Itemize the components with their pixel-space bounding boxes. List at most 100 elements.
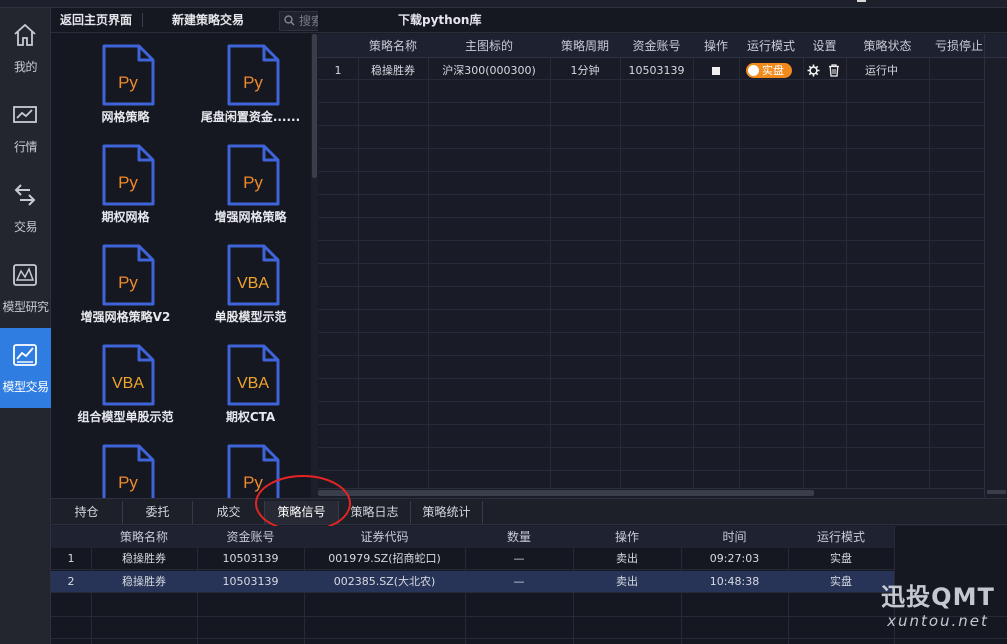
highlight-ring: [255, 475, 351, 532]
column-header[interactable]: 资金账号: [197, 526, 304, 548]
model-research-icon: [13, 264, 37, 286]
grid-line: [358, 34, 359, 488]
chart-icon: [13, 106, 37, 123]
download-python-button[interactable]: 下载python库: [398, 8, 481, 33]
table-hscrollbar[interactable]: [318, 488, 984, 497]
strategy-name: 增强网格策略V2: [80, 310, 171, 324]
column-header[interactable]: 数量: [465, 526, 573, 548]
strategy-item[interactable]: VBA 期权CTA: [188, 338, 313, 438]
nav-item-model-trade[interactable]: 模型交易: [0, 328, 51, 408]
strategy-name: 单股模型示范: [214, 310, 287, 324]
column-header[interactable]: 时间: [681, 526, 788, 548]
strategy-run-table: 策略名称 主图标的 策略周期 资金账号 操作 运行模式 设置 策略状态 亏损停止…: [318, 34, 984, 488]
table-vscrollbar[interactable]: [984, 34, 1007, 497]
trash-icon[interactable]: [828, 64, 840, 77]
switch-knob: [748, 65, 759, 76]
swap-icon: [14, 184, 36, 206]
scroll-thumb[interactable]: [318, 490, 814, 496]
minimize-icon[interactable]: [857, 0, 866, 2]
strategy-status: 运行中: [865, 64, 898, 77]
nav-item-label: 行情: [13, 140, 38, 154]
watermark-title: 迅投QMT: [881, 583, 995, 611]
scroll-thumb[interactable]: [987, 490, 1006, 494]
column-header[interactable]: 策略周期: [550, 34, 620, 58]
security-code: 002385.SZ(大北农): [333, 575, 436, 588]
tab-positions[interactable]: 持仓: [51, 501, 123, 524]
mode-label: 实盘: [762, 64, 784, 77]
row-index: 1: [334, 64, 342, 77]
main-symbol: 沪深300(000300): [442, 64, 536, 77]
watermark: 迅投QMT xuntou.net: [876, 582, 1000, 630]
column-header[interactable]: 证券代码: [304, 526, 465, 548]
strategy-item[interactable]: Py 增强网格策略: [188, 138, 313, 238]
strategy-item[interactable]: VBA 组合模型单股示范: [63, 338, 188, 438]
strategy-name: 稳操胜券: [122, 552, 166, 565]
grid-line: [550, 34, 551, 488]
strategy-item[interactable]: Py 网格策略: [63, 38, 188, 138]
grid-line: [428, 34, 429, 488]
back-home-button[interactable]: 返回主页界面: [60, 8, 132, 33]
strategy-name: 尾盘闲置资金......: [200, 110, 301, 124]
file-type-label: Py: [118, 473, 138, 492]
strategy-item[interactable]: VBA 单股模型示范: [188, 238, 313, 338]
column-header[interactable]: 运行模式: [739, 34, 803, 58]
python-toolbar: 下载python库: [318, 8, 1007, 33]
tab-strategy-stats[interactable]: 策略统计: [411, 501, 483, 524]
nav-item-label: 我的: [13, 60, 38, 74]
nav-item-model-research[interactable]: 模型研究: [0, 248, 51, 328]
nav-item-market[interactable]: 行情: [0, 88, 51, 168]
run-mode: 实盘: [830, 552, 852, 565]
column-header[interactable]: 运行模式: [788, 526, 894, 548]
column-header[interactable]: 设置: [803, 34, 846, 58]
grid-line: [803, 34, 804, 488]
column-header[interactable]: 策略名称: [358, 34, 428, 58]
file-type-label: Py: [118, 173, 138, 192]
quantity: —: [513, 575, 525, 588]
file-type-label: Py: [118, 273, 138, 292]
run-mode-toggle[interactable]: 实盘: [745, 59, 797, 82]
column-header[interactable]: 操作: [573, 526, 681, 548]
column-header[interactable]: 资金账号: [620, 34, 693, 58]
tab-orders[interactable]: 委托: [123, 501, 193, 524]
table-row[interactable]: 1 稳操胜券 10503139 001979.SZ(招商蛇口) — 卖出 09:…: [51, 548, 894, 570]
nav-item-label: 模型交易: [2, 380, 49, 394]
time: 10:48:38: [709, 575, 760, 588]
file-type-label: Py: [243, 73, 263, 92]
model-trade-icon: [13, 344, 37, 366]
column-header[interactable]: 主图标的: [428, 34, 550, 58]
new-strategy-button[interactable]: 新建策略交易: [172, 8, 244, 33]
nav-item-trade[interactable]: 交易: [0, 168, 51, 248]
table-header: 策略名称 资金账号 证券代码 数量 操作 时间 运行模式: [51, 526, 894, 548]
nav-item-mine[interactable]: 我的: [0, 8, 51, 88]
python-file-icon: Py: [102, 144, 155, 206]
column-header[interactable]: 策略状态: [846, 34, 929, 58]
strategy-item[interactable]: Py 期权网格: [63, 138, 188, 238]
stop-button[interactable]: [693, 59, 739, 82]
gear-icon[interactable]: [807, 64, 820, 77]
table-row[interactable]: 1 稳操胜券 沪深300(000300) 1分钟 10503139 实盘 运行中: [318, 59, 984, 82]
vba-file-icon: VBA: [227, 344, 280, 406]
grid-line: [739, 34, 740, 488]
file-type-label: Py: [118, 73, 138, 92]
scroll-thumb[interactable]: [312, 34, 317, 178]
file-type-label: VBA: [237, 375, 269, 392]
table-header: 策略名称 主图标的 策略周期 资金账号 操作 运行模式 设置 策略状态 亏损停止: [318, 34, 984, 58]
strategy-item[interactable]: Py 尾盘闲置资金......: [188, 38, 313, 138]
strategy-name: 稳操胜券: [371, 64, 415, 77]
column-header[interactable]: 策略名称: [91, 526, 197, 548]
column-header[interactable]: 亏损停止: [929, 34, 984, 58]
scrollbar-header: [985, 34, 1007, 58]
strategy-item[interactable]: Py 增强网格策略V2: [63, 238, 188, 338]
mode-switch[interactable]: 实盘: [746, 63, 792, 78]
strategy-name: 稳操胜券: [122, 575, 166, 588]
strategy-scrollbar[interactable]: [311, 34, 318, 498]
table-row[interactable]: 2 稳操胜券 10503139 002385.SZ(大北农) — 卖出 10:4…: [51, 571, 894, 593]
file-type-label: VBA: [112, 375, 144, 392]
watermark-url: xuntou.net: [887, 612, 989, 630]
row-index: 1: [67, 552, 75, 565]
file-type-label: Py: [243, 173, 263, 192]
time: 09:27:03: [709, 552, 760, 565]
vba-file-icon: VBA: [102, 344, 155, 406]
column-header[interactable]: 操作: [693, 34, 739, 58]
action: 卖出: [616, 575, 638, 588]
